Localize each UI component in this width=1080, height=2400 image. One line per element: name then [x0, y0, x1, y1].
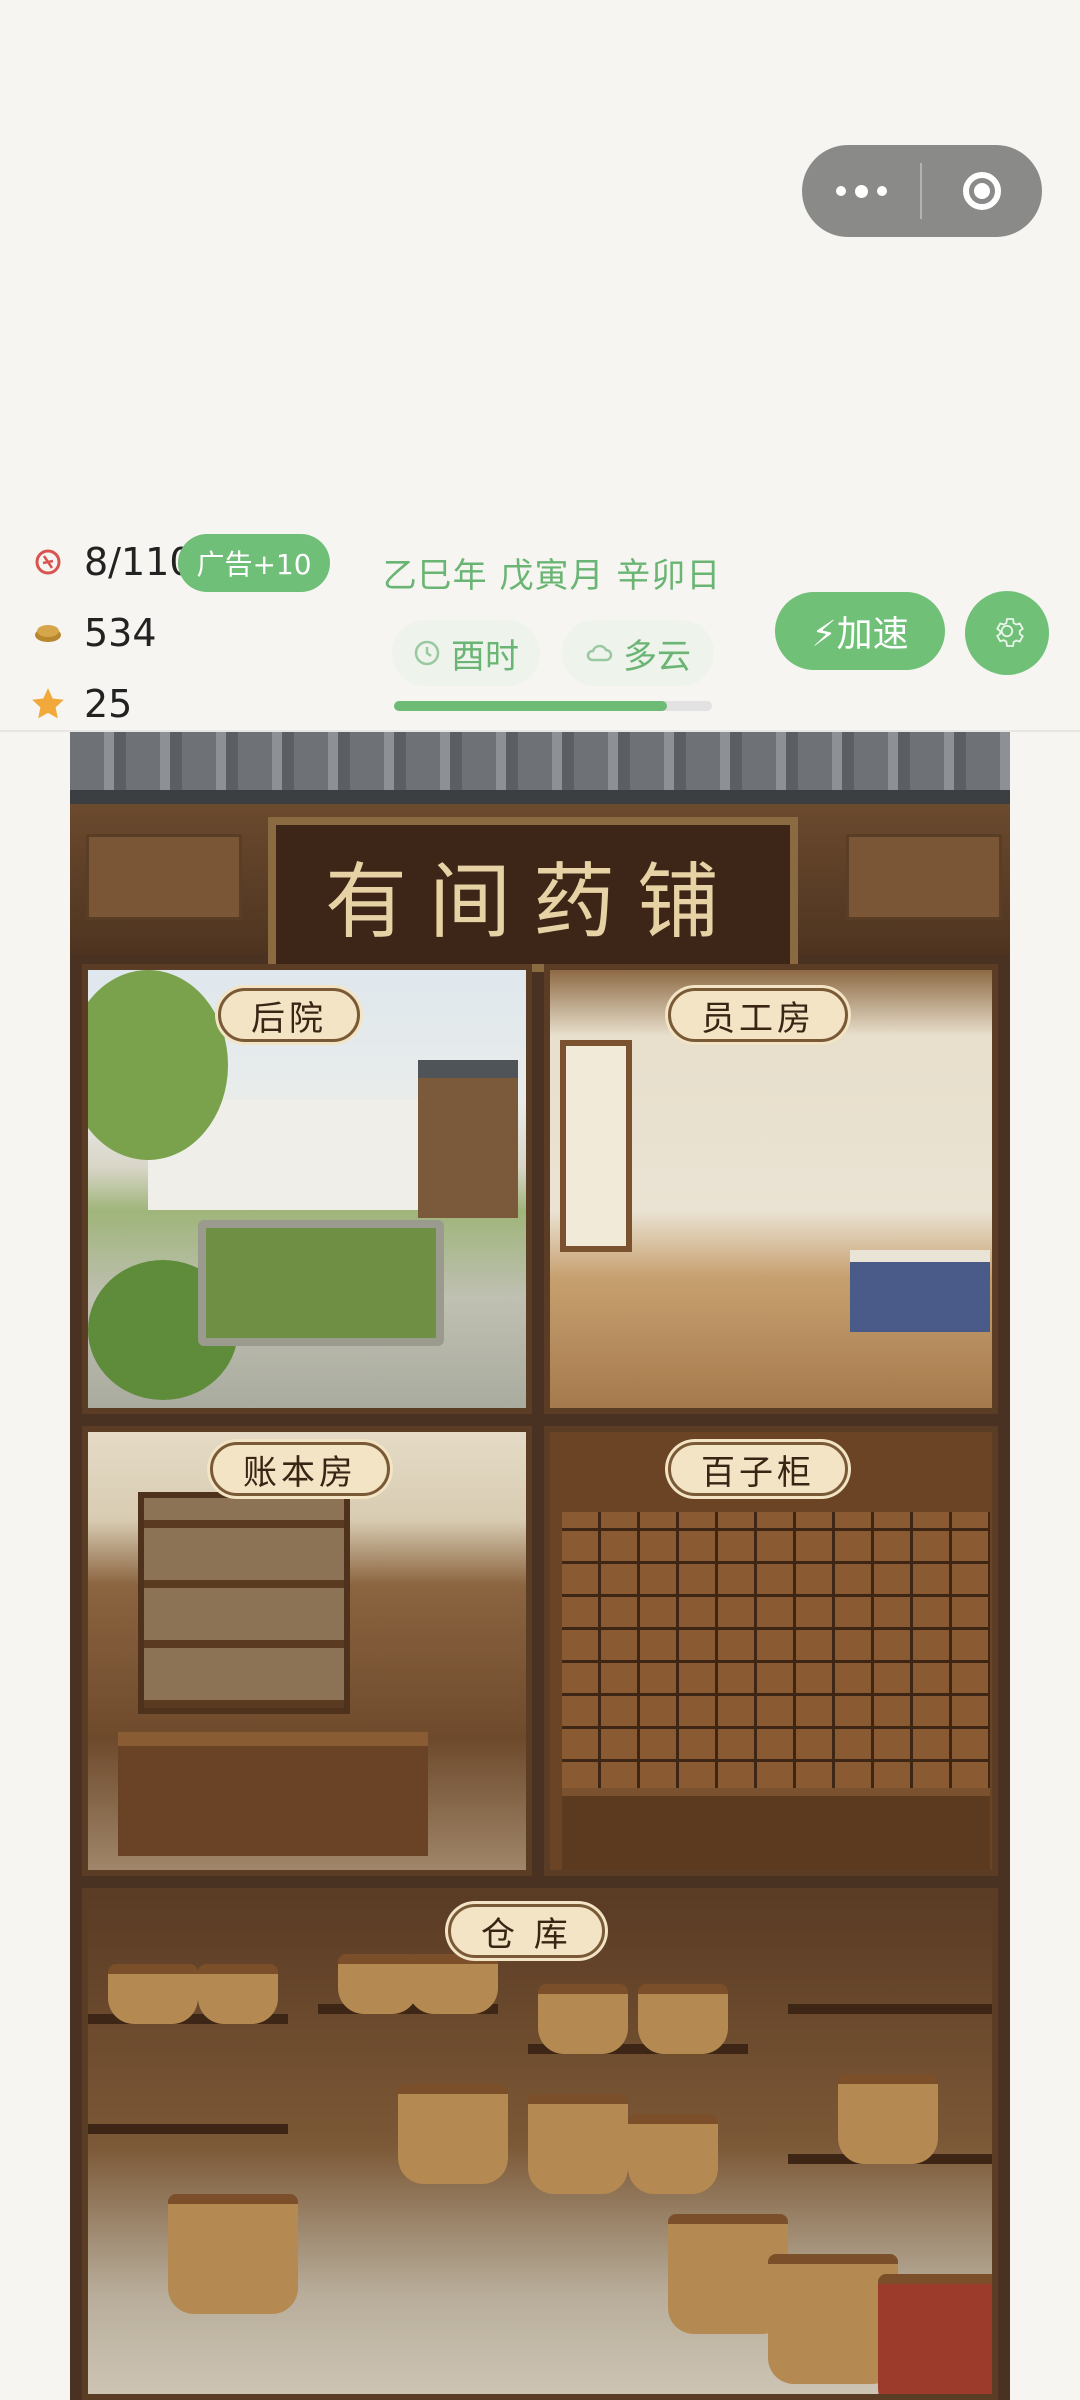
energy-icon — [28, 542, 68, 582]
room-herb-cabinet[interactable]: 百子柜 — [544, 1426, 998, 1876]
label-account-room[interactable]: 账本房 — [210, 1442, 390, 1496]
day-progress-fill — [394, 701, 668, 711]
basket — [528, 2094, 628, 2194]
settings-button[interactable] — [965, 591, 1049, 675]
basket — [838, 2074, 938, 2164]
basket — [628, 2114, 718, 2194]
star-icon — [28, 684, 68, 724]
pharmacy-scene: 有间药铺 后院 员工房 账本房 百子柜 仓 库 — [70, 732, 1010, 2400]
more-icon[interactable] — [802, 145, 920, 237]
label-herb-cabinet[interactable]: 百子柜 — [668, 1442, 848, 1496]
day-progress-bar — [394, 701, 712, 711]
basket — [538, 1984, 628, 2054]
basket — [338, 1954, 418, 2014]
courtyard-gate — [418, 1060, 518, 1218]
cabinet-drawers — [562, 1512, 990, 1792]
basket — [638, 1984, 728, 2054]
room-backyard[interactable]: 后院 — [82, 964, 532, 1414]
time-chip: 酉时 — [392, 620, 540, 686]
bed — [850, 1250, 990, 1332]
label-warehouse[interactable]: 仓 库 — [448, 1904, 605, 1958]
weather-text: 多云 — [623, 636, 691, 677]
weather-chip: 多云 — [562, 620, 714, 686]
window — [560, 1040, 632, 1252]
clock-icon — [413, 639, 441, 667]
room-accounts[interactable]: 账本房 — [82, 1426, 532, 1876]
counter — [562, 1788, 990, 1870]
basket — [398, 2084, 508, 2184]
shop-sign: 有间药铺 — [268, 817, 798, 972]
stars-stat: 25 — [28, 676, 132, 732]
coins-value: 534 — [84, 611, 157, 655]
game-date: 乙巳年 戊寅月 辛卯日 — [382, 556, 722, 596]
stars-value: 25 — [84, 682, 133, 726]
energy-stat: 8/110 — [28, 534, 194, 590]
shelf — [788, 2004, 992, 2014]
desk — [118, 1732, 428, 1856]
room-warehouse[interactable]: 仓 库 — [82, 1888, 998, 2400]
label-backyard[interactable]: 后院 — [218, 988, 360, 1042]
bookcase — [138, 1492, 350, 1714]
miniprogram-capsule — [802, 145, 1042, 237]
shelf — [88, 2124, 288, 2134]
ad-bonus-button[interactable]: 广告+10 — [178, 534, 330, 592]
record-icon[interactable] — [922, 172, 1042, 210]
coin-icon — [28, 613, 68, 653]
room-staff[interactable]: 员工房 — [544, 964, 998, 1414]
basket — [878, 2274, 992, 2394]
basket — [108, 1964, 198, 2024]
coins-stat: 534 — [28, 605, 157, 661]
garden-bed — [198, 1220, 444, 1346]
basket — [198, 1964, 278, 2024]
speed-up-button[interactable]: ⚡加速 — [775, 592, 945, 670]
basket — [408, 1954, 498, 2014]
label-staff-room[interactable]: 员工房 — [668, 988, 848, 1042]
time-text: 酉时 — [451, 636, 519, 677]
roof-tiles — [70, 732, 1010, 804]
basket — [168, 2194, 298, 2314]
gear-icon — [989, 613, 1025, 653]
cloud-icon — [585, 643, 613, 663]
